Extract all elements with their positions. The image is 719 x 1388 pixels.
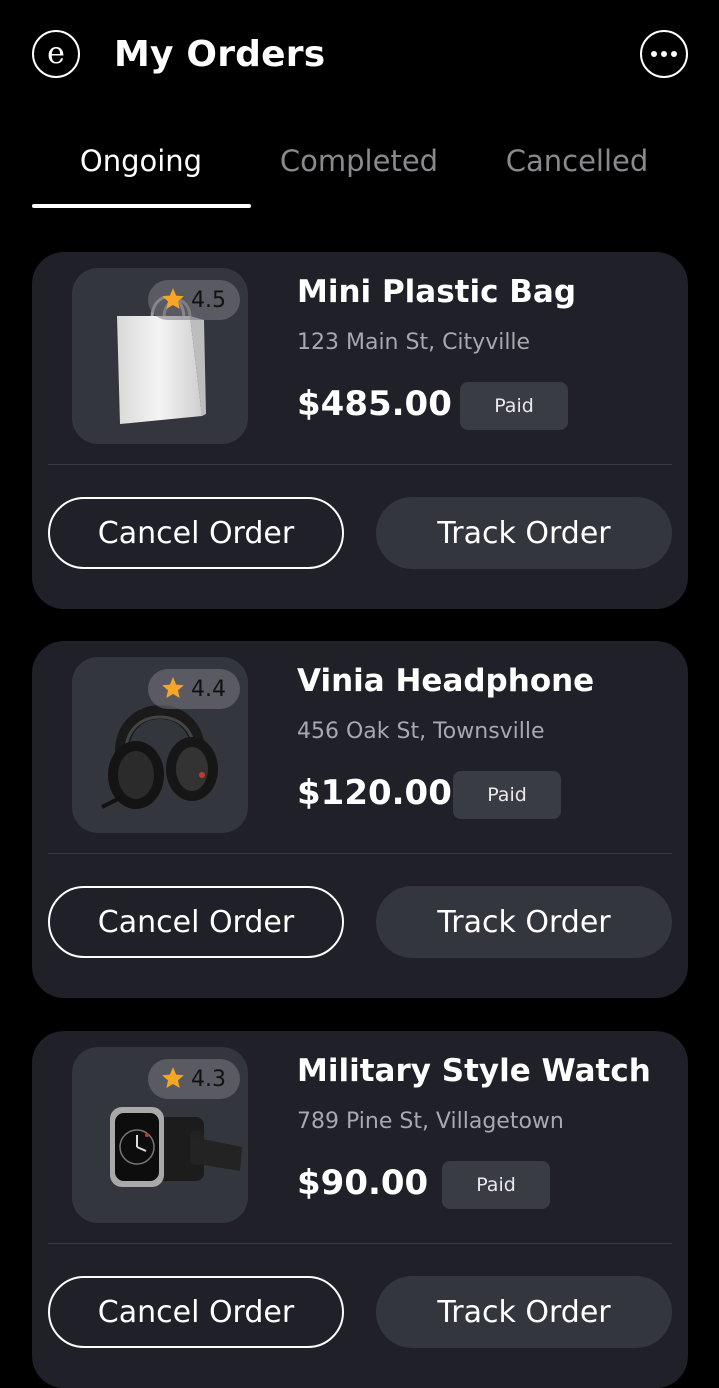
tab-ongoing[interactable]: Ongoing — [32, 144, 250, 178]
order-card: 4.3 Military Style Watch 789 Pine St, Vi… — [32, 1031, 688, 1388]
product-image: 4.5 — [72, 268, 248, 444]
star-icon — [162, 1067, 184, 1088]
order-card: 4.5 Mini Plastic Bag 123 Main St, Cityvi… — [32, 252, 688, 609]
star-icon — [162, 288, 184, 309]
order-tabs: Ongoing Completed Cancelled — [32, 130, 687, 210]
more-options-button[interactable] — [640, 30, 688, 78]
logo-icon[interactable]: e — [32, 30, 80, 78]
star-icon — [162, 677, 184, 698]
track-order-button[interactable]: Track Order — [376, 886, 672, 958]
rating-badge: 4.3 — [148, 1059, 240, 1099]
divider — [48, 1243, 672, 1244]
cancel-order-button[interactable]: Cancel Order — [48, 886, 344, 958]
delivery-address: 123 Main St, Cityville — [297, 330, 531, 355]
product-name: Mini Plastic Bag — [297, 274, 577, 310]
more-dot-icon — [661, 51, 667, 57]
delivery-address: 456 Oak St, Townsville — [297, 719, 545, 744]
rating-value: 4.4 — [191, 676, 226, 702]
more-dot-icon — [651, 51, 657, 57]
payment-status-badge: Paid — [442, 1161, 550, 1209]
rating-badge: 4.4 — [148, 669, 240, 709]
app-header: e My Orders — [0, 0, 719, 115]
rating-value: 4.3 — [191, 1066, 226, 1092]
divider — [48, 853, 672, 854]
payment-status-badge: Paid — [460, 382, 568, 430]
product-image: 4.3 — [72, 1047, 248, 1223]
product-image: 4.4 — [72, 657, 248, 833]
product-name: Vinia Headphone — [297, 663, 595, 699]
logo-letter: e — [47, 36, 65, 71]
rating-value: 4.5 — [191, 287, 226, 313]
order-price: $120.00 — [297, 773, 452, 813]
delivery-address: 789 Pine St, Villagetown — [297, 1109, 564, 1134]
tab-cancelled[interactable]: Cancelled — [468, 144, 686, 178]
product-name: Military Style Watch — [297, 1053, 651, 1089]
order-card: 4.4 Vinia Headphone 456 Oak St, Townsvil… — [32, 641, 688, 998]
cancel-order-button[interactable]: Cancel Order — [48, 497, 344, 569]
active-tab-indicator — [32, 204, 251, 208]
track-order-button[interactable]: Track Order — [376, 497, 672, 569]
cancel-order-button[interactable]: Cancel Order — [48, 1276, 344, 1348]
tab-completed[interactable]: Completed — [250, 144, 468, 178]
order-price: $90.00 — [297, 1163, 429, 1203]
order-price: $485.00 — [297, 384, 452, 424]
page-title: My Orders — [114, 34, 326, 75]
more-dot-icon — [671, 51, 677, 57]
divider — [48, 464, 672, 465]
payment-status-badge: Paid — [453, 771, 561, 819]
track-order-button[interactable]: Track Order — [376, 1276, 672, 1348]
rating-badge: 4.5 — [148, 280, 240, 320]
